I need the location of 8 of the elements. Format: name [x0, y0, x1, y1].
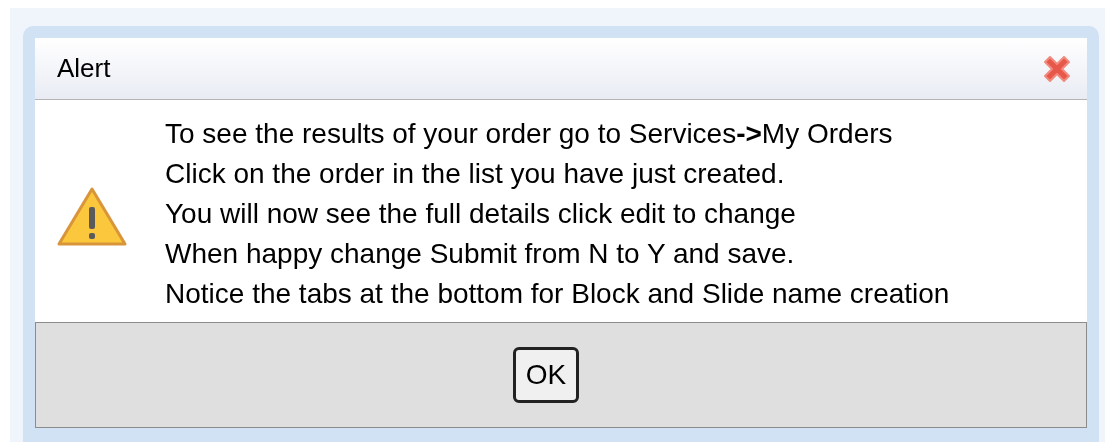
message-line: When happy change Submit from N to Y and save.: [165, 237, 796, 271]
warning-icon: [55, 185, 129, 249]
ok-button[interactable]: OK: [512, 347, 580, 403]
message-line: Click on the order in the list you have just created.: [165, 157, 786, 191]
message-line: You will now see the full details click edit to change: [165, 197, 797, 231]
window-title: Alert: [57, 52, 111, 85]
message-line: To see the results of your order go to Services->My Orders: [165, 117, 894, 151]
message-line: Notice the tabs at the bottom for Block and Slide name creation: [165, 277, 950, 311]
